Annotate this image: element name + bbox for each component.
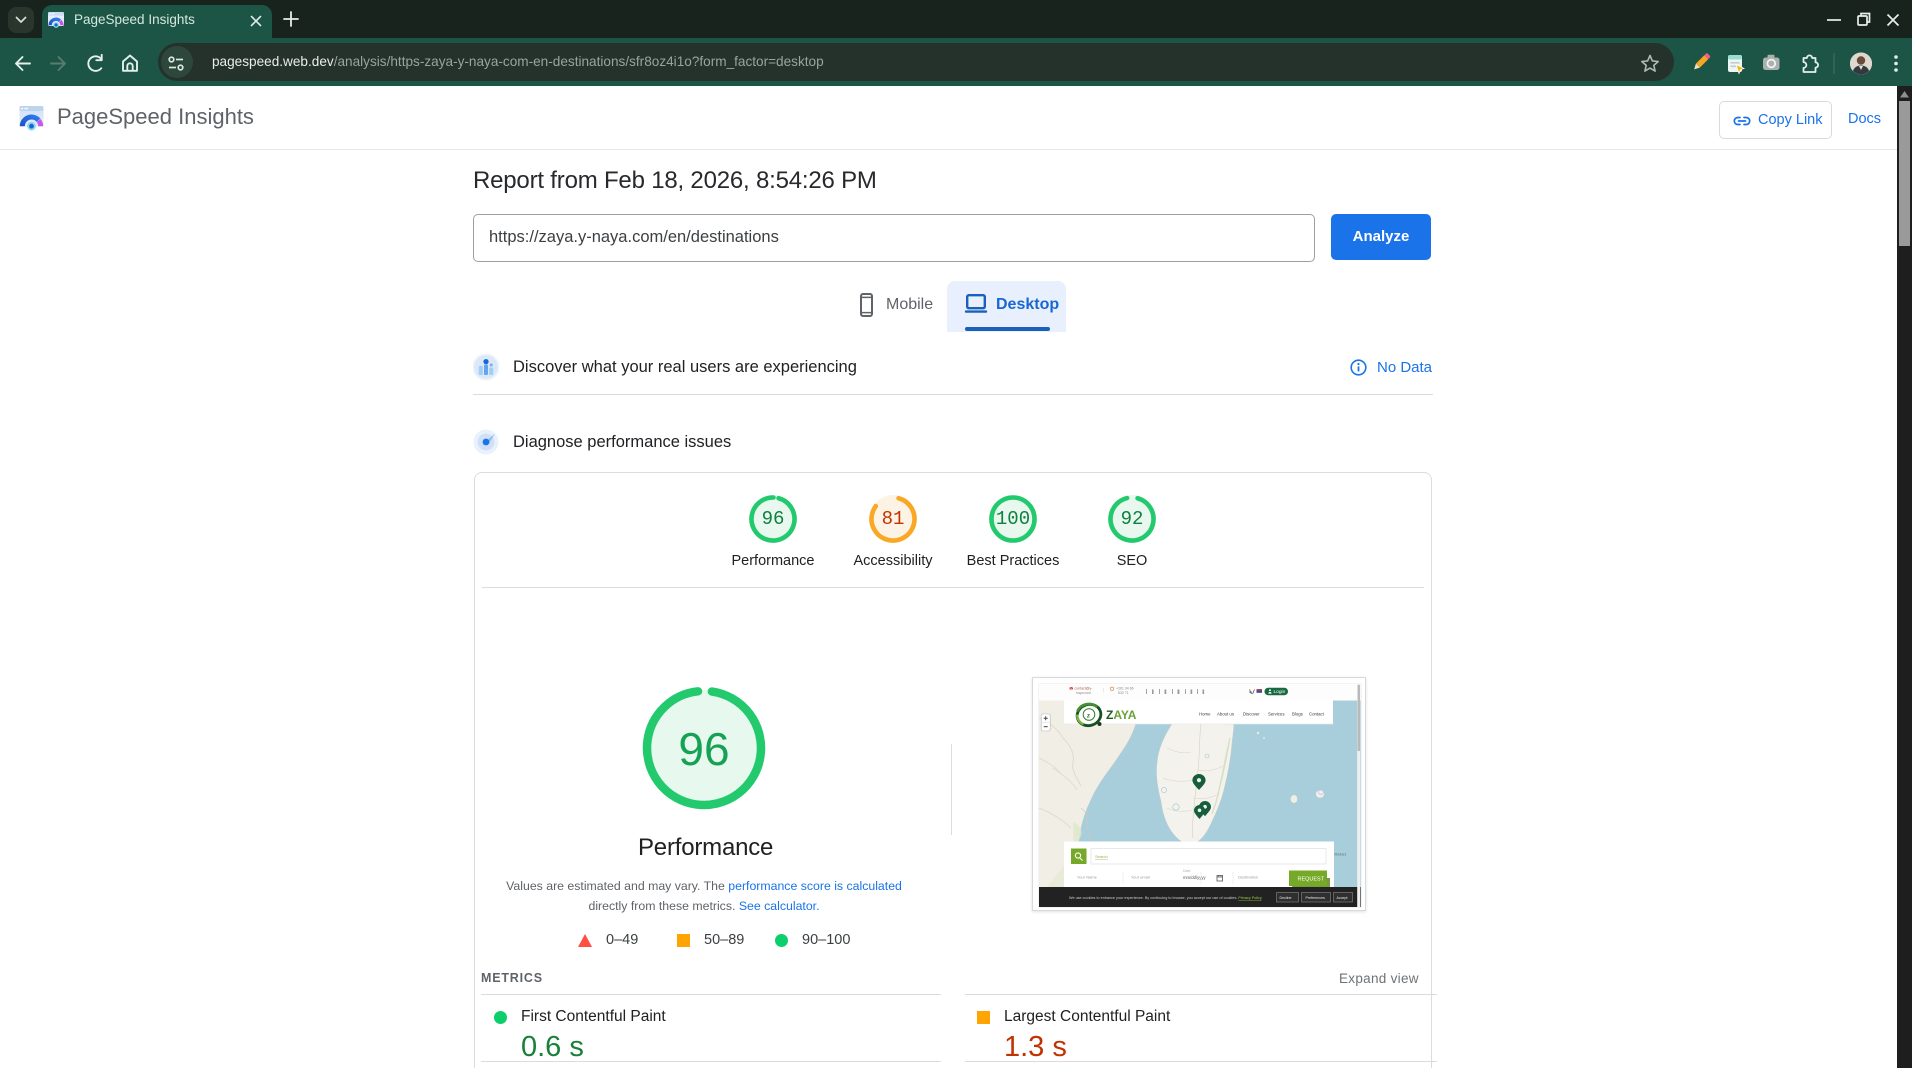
svg-text:z: z — [1086, 711, 1090, 720]
svg-text:contact@y-: contact@y- — [1075, 687, 1094, 691]
svg-text:We use cookies to enhance your: We use cookies to enhance your experienc… — [1069, 896, 1262, 900]
svg-text:Contact: Contact — [1309, 712, 1325, 717]
svg-text:mm/dd/yyyy: mm/dd/yyyy — [1183, 875, 1207, 880]
svg-text:Search: Search — [1095, 854, 1108, 859]
svg-text:Blogs: Blogs — [1292, 712, 1303, 717]
svg-text:Home: Home — [1199, 712, 1211, 717]
svg-text:Discover: Discover — [1243, 712, 1260, 717]
svg-text:+261 34 66: +261 34 66 — [1116, 687, 1134, 691]
svg-text:naya.com: naya.com — [1076, 691, 1091, 695]
svg-text:Decline: Decline — [1280, 896, 1292, 900]
svg-text:|: | — [1103, 688, 1104, 693]
svg-text:REQUEST: REQUEST — [1298, 876, 1325, 882]
svg-text:ZAYA: ZAYA — [1106, 708, 1137, 722]
svg-text:Destination: Destination — [1238, 875, 1258, 880]
svg-text:Your email: Your email — [1131, 875, 1150, 880]
svg-text:Date: Date — [1183, 869, 1190, 873]
svg-text:Login: Login — [1274, 689, 1286, 695]
svg-text:Services: Services — [1268, 712, 1284, 717]
svg-text:Your Name: Your Name — [1077, 875, 1098, 880]
svg-text:Accept: Accept — [1337, 896, 1348, 900]
svg-text:Preferences: Preferences — [1306, 896, 1326, 900]
svg-text:About us: About us — [1217, 712, 1234, 717]
svg-text:532 71: 532 71 — [1118, 691, 1129, 695]
